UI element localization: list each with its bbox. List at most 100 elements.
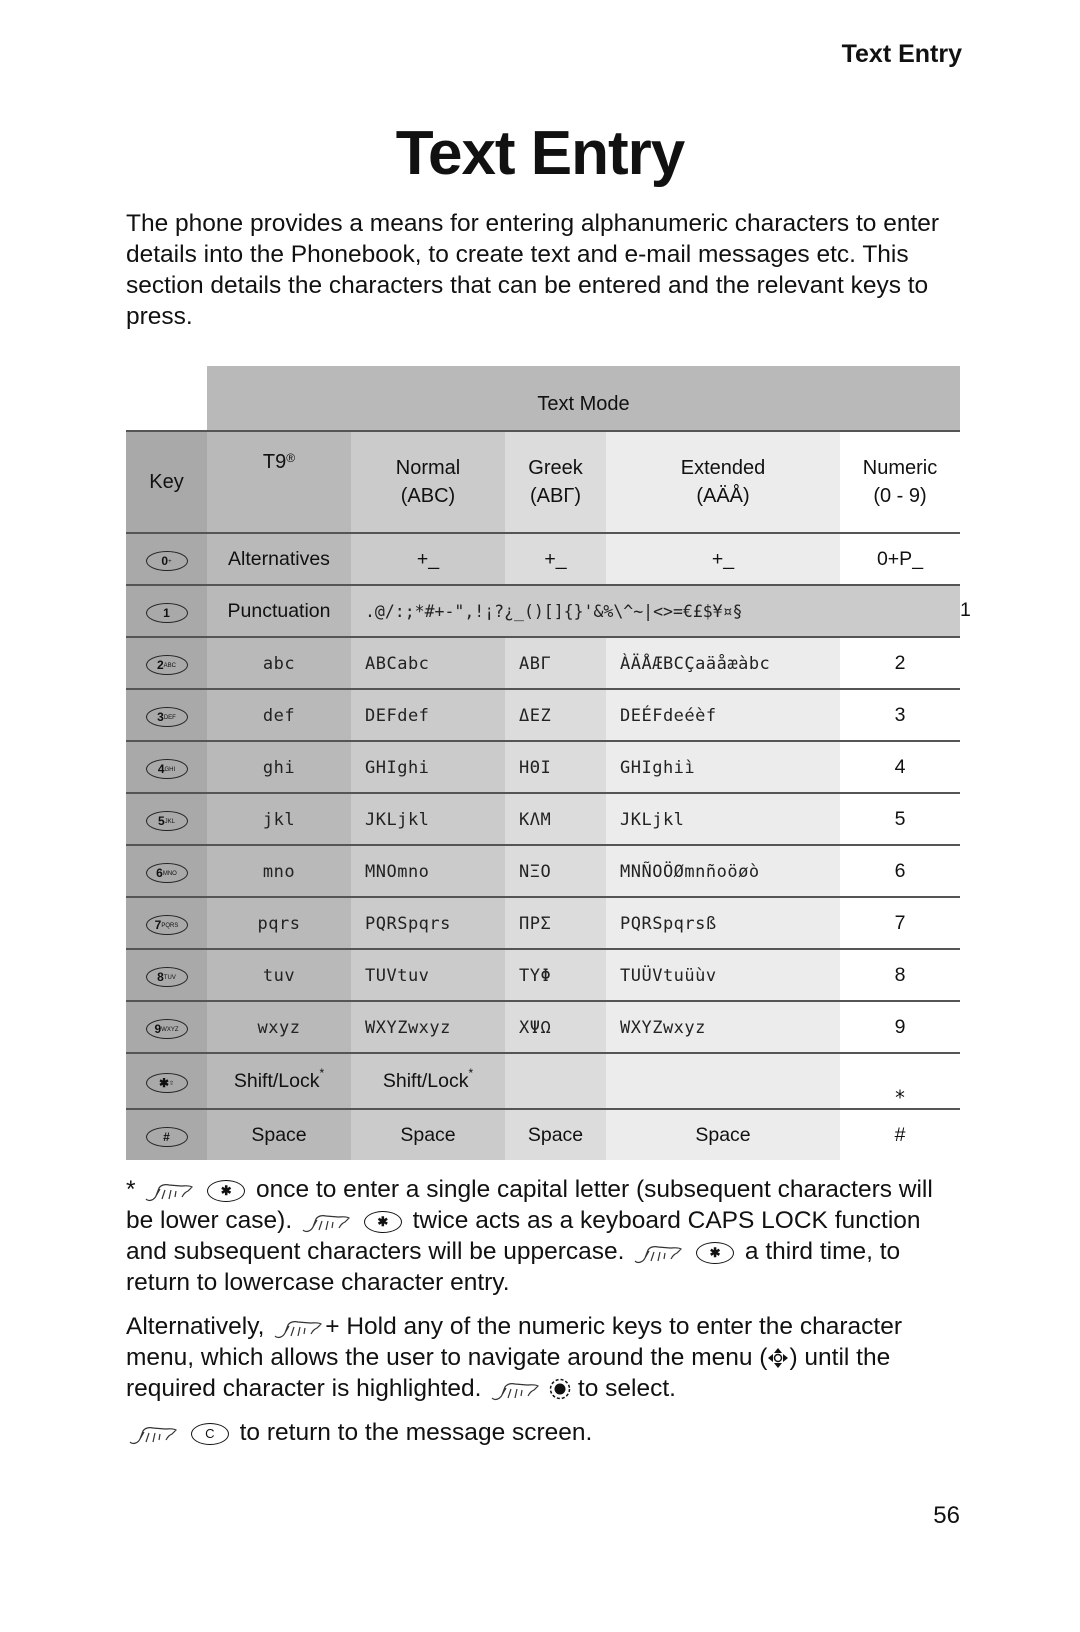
key-cell: #	[126, 1109, 207, 1160]
star-shift-key-icon: ✱	[696, 1242, 735, 1264]
footnote-asterisk: *	[126, 1176, 136, 1203]
numeric-cell: 5	[840, 793, 960, 846]
greek-value: ΠΡΣ	[519, 913, 552, 934]
intro-paragraph: The phone provides a means for entering …	[126, 210, 940, 330]
table-row: 4GHI ghi GHIghi ΗΘΙ GHIghiì 4	[126, 741, 960, 794]
t9-value: def	[262, 705, 296, 726]
extended-cell: Space	[606, 1109, 840, 1160]
t9-cell: pqrs	[207, 897, 351, 950]
t9-value: pqrs	[257, 913, 301, 934]
greek-cell: ΧΨΩ	[505, 1001, 606, 1054]
star-shift-key-icon: ✱	[207, 1180, 246, 1202]
greek-cell: ΔΕΖ	[505, 689, 606, 742]
key-letters: DEF	[163, 714, 176, 721]
normal-value: Space	[400, 1123, 456, 1146]
key-letters: ABC	[163, 662, 177, 669]
phone-key-icon: 7PQRS	[145, 914, 188, 935]
table-row: 8TUV tuv TUVtuv ΤΥΦ TUÜVtuüùv 8	[126, 949, 960, 1002]
normal-value: MNOmno	[365, 861, 430, 882]
press-hand-icon	[302, 1215, 350, 1233]
table-row: 3DEF def DEFdef ΔΕΖ DEÉFdeéèf 3	[126, 689, 960, 742]
key-cell: 8TUV	[126, 949, 207, 1002]
key-digit: 8	[157, 969, 164, 984]
key-cell: 9WXYZ	[126, 1001, 207, 1054]
press-hand-icon	[634, 1246, 683, 1264]
extended-cell: ÀÄÅÆBCÇaäåæàbc	[606, 637, 840, 690]
extended-value: MNÑOÖØmnñoöøò	[620, 861, 760, 882]
t9-value: mno	[262, 861, 296, 882]
col-header-t9: T9®	[207, 431, 351, 534]
note-text: to select.	[577, 1375, 676, 1402]
key-letters: WXYZ	[161, 1026, 179, 1033]
extended-cell: +_	[606, 533, 840, 586]
t9-cell: Shift/Lock*	[207, 1053, 351, 1110]
t9-cell: Space	[207, 1109, 351, 1160]
key-digit: 5	[157, 813, 165, 828]
greek-cell: ΑΒΓ	[505, 637, 606, 690]
numeric-cell: 9	[840, 1001, 960, 1054]
phone-key-icon: 6MNO	[145, 862, 188, 883]
t9-cell: ghi	[207, 741, 351, 794]
extended-value: TUÜVtuüùv	[620, 965, 717, 986]
greek-value: +_	[544, 547, 567, 570]
key-cell: 1	[126, 585, 207, 638]
phone-key-icon: 8TUV	[145, 966, 188, 987]
key-cell: 5JKL	[126, 793, 207, 846]
key-letters: ⇧	[169, 1080, 175, 1087]
t9-cell: def	[207, 689, 351, 742]
greek-value: ΧΨΩ	[519, 1017, 552, 1038]
normal-cell: +_	[351, 533, 505, 586]
phone-key-icon: 1	[145, 602, 188, 623]
extended-value: ÀÄÅÆBCÇaäåæàbc	[620, 653, 771, 674]
extended-cell	[606, 1053, 840, 1110]
t9-cell: abc	[207, 637, 351, 690]
numeric-cell: #	[840, 1109, 960, 1160]
extended-cell: WXYZwxyz	[606, 1001, 840, 1054]
normal-cell: Shift/Lock*	[351, 1053, 505, 1110]
normal-cell: TUVtuv	[351, 949, 505, 1002]
normal-cell: MNOmno	[351, 845, 505, 898]
numeric-cell: 2	[840, 637, 960, 690]
star-shift-key-icon: ✱	[363, 1211, 402, 1233]
clear-key-icon: C	[190, 1423, 229, 1445]
key-digit: ✱	[158, 1075, 170, 1090]
col-header-key: Key	[126, 431, 207, 534]
footnote-mark: *	[319, 1065, 325, 1080]
press-hand-icon	[145, 1184, 194, 1202]
note-character-menu: Alternatively, + Hold any of the numeric…	[126, 1311, 966, 1404]
note-text: Alternatively,	[126, 1313, 265, 1340]
col-header-greek: Greek (ΑΒΓ)	[505, 431, 606, 534]
t9-value: Punctuation	[227, 599, 331, 622]
t9-label: T9	[262, 451, 287, 473]
extended-cell: JKLjkl	[606, 793, 840, 846]
t9-cell: mno	[207, 845, 351, 898]
key-letters: GHI	[164, 766, 176, 773]
key-cell: 4GHI	[126, 741, 207, 794]
greek-sublabel: (ΑΒΓ)	[529, 485, 581, 507]
table-row: 2ABC abc ABCabc ΑΒΓ ÀÄÅÆBCÇaäåæàbc 2	[126, 637, 960, 690]
normal-value: TUVtuv	[365, 965, 430, 986]
phone-key-icon: 0+	[145, 550, 188, 571]
numeric-cell: 6	[840, 845, 960, 898]
extended-value: DEÉFdeéèf	[620, 705, 717, 726]
page-title: Text Entry	[395, 119, 686, 188]
key-letters: TUV	[163, 974, 176, 981]
key-digit: 3	[157, 709, 164, 724]
numeric-cell: 3	[840, 689, 960, 742]
extended-cell: PQRSpqrsß	[606, 897, 840, 950]
phone-key-icon: 9WXYZ	[145, 1018, 188, 1039]
normal-value: GHIghi	[365, 757, 430, 778]
normal-value: ABCabc	[365, 653, 430, 674]
greek-cell: ΚΛΜ	[505, 793, 606, 846]
select-key-icon	[549, 1378, 571, 1400]
normal-cell: PQRSpqrs	[351, 897, 505, 950]
t9-value: Space	[251, 1123, 307, 1146]
extended-cell: GHIghiì	[606, 741, 840, 794]
greek-cell: Space	[505, 1109, 606, 1160]
greek-value: ΗΘΙ	[519, 757, 552, 778]
table-row: 9WXYZ wxyz WXYZwxyz ΧΨΩ WXYZwxyz 9	[126, 1001, 960, 1054]
navigation-key-icon	[768, 1348, 789, 1368]
normal-cell: DEFdef	[351, 689, 505, 742]
numeric-cell: 7	[840, 897, 960, 950]
extended-value: PQRSpqrsß	[620, 913, 717, 934]
